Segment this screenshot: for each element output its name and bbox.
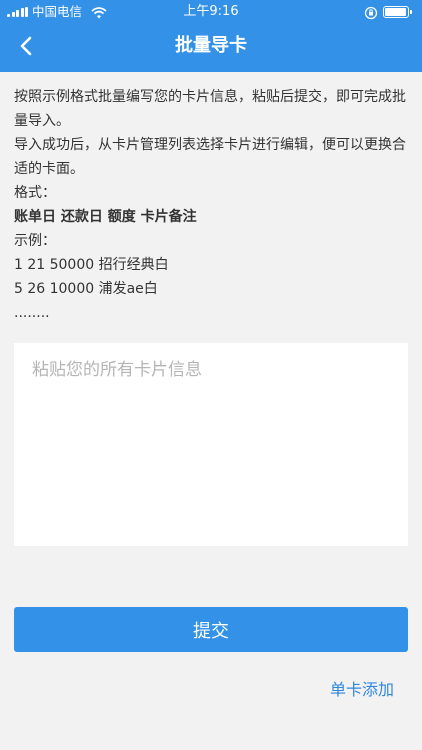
submit-button[interactable]: 提交 xyxy=(14,607,408,652)
example-ellipsis: ........ xyxy=(14,305,50,321)
format-label: 格式： xyxy=(14,185,56,201)
page-title: 批量导卡 xyxy=(175,35,247,56)
rotation-lock-icon xyxy=(364,5,378,29)
paste-area xyxy=(14,343,408,546)
single-card-add-link[interactable]: 单卡添加 xyxy=(330,676,394,700)
status-bar: 中国电信 上午9:16 xyxy=(0,0,422,24)
battery-icon xyxy=(383,6,413,18)
card-info-textarea[interactable] xyxy=(14,343,408,546)
example-line-1: 1 21 50000 招行经典白 xyxy=(14,257,169,273)
instruction-text-1: 按照示例格式批量编写您的卡片信息，粘贴后提交，即可完成批量导入。 xyxy=(14,89,406,129)
instruction-text-2: 导入成功后，从卡片管理列表选择卡片进行编辑，便可以更换合适的卡面。 xyxy=(14,137,406,177)
format-fields: 账单日 还款日 额度 卡片备注 xyxy=(14,209,197,225)
instructions: 按照示例格式批量编写您的卡片信息，粘贴后提交，即可完成批量导入。 导入成功后，从… xyxy=(14,85,414,325)
app-header: 中国电信 上午9:16 批量导卡 xyxy=(0,0,422,72)
status-time: 上午9:16 xyxy=(183,4,239,19)
example-label: 示例： xyxy=(14,233,56,249)
example-line-2: 5 26 10000 浦发ae白 xyxy=(14,281,158,297)
